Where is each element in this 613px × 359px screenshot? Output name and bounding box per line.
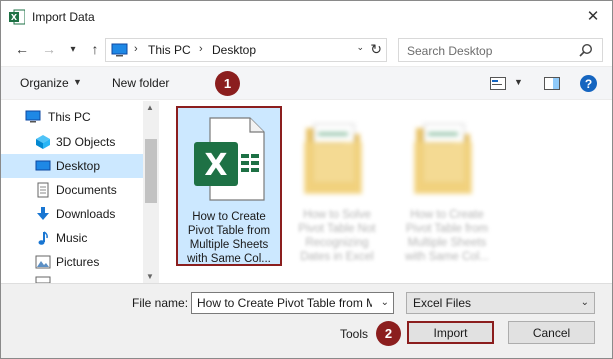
pc-icon [111, 43, 128, 57]
file-item[interactable]: X How to Create Pivot Table from Multipl… [176, 106, 282, 266]
file-name-line: with Same Col... [405, 251, 489, 263]
tools-button[interactable]: Tools [340, 327, 368, 341]
breadcrumb-separator-icon: › [134, 43, 138, 55]
file-name-line: Pivot Table from [405, 223, 489, 235]
file-name-line: Multiple Sheets [189, 239, 269, 251]
sidebar-item-label: This PC [48, 110, 91, 124]
title-bar: X Import Data ✕ [1, 1, 612, 33]
sidebar-item-label: Downloads [56, 207, 116, 221]
sidebar-item-this-pc[interactable]: This PC [1, 105, 143, 129]
help-icon[interactable]: ? [580, 75, 597, 92]
sidebar-item-label: Desktop [56, 159, 101, 173]
file-type-select[interactable]: Excel Files ⌄ [406, 292, 595, 314]
command-bar: Organize ▼ New folder 1 ▼ ? [1, 66, 612, 100]
sidebar-item-music[interactable]: Music [1, 226, 143, 250]
pictures-icon [35, 255, 51, 269]
chevron-down-icon: ▾ [70, 43, 76, 55]
file-name-line: How to Create [192, 211, 266, 223]
svg-text:X: X [204, 148, 227, 183]
folder-item[interactable]: How to Create Pivot Table from Multiple … [396, 106, 502, 266]
forward-arrow-icon: → [42, 41, 56, 57]
import-button[interactable]: Import [407, 321, 494, 344]
file-name-line: Multiple Sheets [407, 237, 487, 249]
address-dropdown-icon[interactable]: ⌄ [356, 42, 364, 53]
sidebar-item-partial[interactable] [1, 274, 143, 283]
close-icon: ✕ [586, 8, 600, 25]
file-name-line: Pivot Table Not [298, 223, 376, 235]
excel-app-icon: X [9, 9, 25, 25]
new-folder-button[interactable]: New folder [112, 76, 169, 90]
refresh-icon[interactable]: ↻ [370, 41, 382, 58]
folder-item[interactable]: How to Solve Pivot Table Not Recognizing… [286, 106, 392, 266]
window-title: Import Data [32, 10, 95, 24]
breadcrumb-desktop[interactable]: Desktop [212, 43, 256, 57]
file-list: X How to Create Pivot Table from Multipl… [159, 101, 612, 283]
desktop-icon [35, 160, 51, 171]
organize-button[interactable]: Organize [20, 76, 69, 90]
search-box[interactable]: Search Desktop [398, 38, 603, 62]
back-button[interactable]: ← [12, 38, 32, 60]
sidebar-item-downloads[interactable]: Downloads [1, 202, 143, 226]
step-1-badge: 1 [215, 71, 240, 96]
excel-file-icon: X [194, 117, 265, 201]
breadcrumb-this-pc[interactable]: This PC [148, 43, 191, 57]
file-name-line: Dates in Excel [300, 251, 374, 263]
pc-icon [25, 110, 41, 123]
sidebar-item-desktop[interactable]: Desktop [1, 154, 143, 178]
file-name-line: with Same Col... [187, 253, 271, 265]
chevron-down-icon[interactable]: ⌄ [581, 297, 589, 308]
videos-icon [35, 276, 51, 283]
recent-locations-button[interactable]: ▾ [63, 38, 83, 60]
up-arrow-icon: ↑ [91, 41, 99, 57]
view-dropdown-icon[interactable]: ▼ [514, 77, 523, 87]
sidebar-scrollbar[interactable]: ▲ ▼ [143, 101, 159, 283]
folder-icon [414, 123, 472, 194]
search-input[interactable]: Search Desktop [407, 44, 492, 58]
sidebar-item-pictures[interactable]: Pictures [1, 250, 143, 274]
navigation-pane: This PC 3D Objects Desktop Documents Dow… [1, 101, 159, 283]
cancel-button[interactable]: Cancel [508, 321, 595, 344]
import-data-dialog: X Import Data ✕ ← → ▾ ↑ › This PC › Desk… [0, 0, 613, 359]
downloads-icon [37, 207, 49, 220]
file-name-line: How to Solve [303, 209, 371, 221]
close-button[interactable]: ✕ [582, 5, 604, 27]
sidebar-item-documents[interactable]: Documents [1, 178, 143, 202]
file-name: How to Create Pivot Table from Multiple … [180, 210, 278, 266]
view-options-icon[interactable] [490, 77, 506, 90]
file-name-line: How to Create [410, 209, 484, 221]
scroll-down-icon[interactable]: ▼ [146, 272, 154, 281]
file-name-line: Pivot Table from [187, 225, 271, 237]
documents-icon [37, 182, 49, 198]
file-name-field[interactable]: How to Create Pivot Table from M ⌄ [191, 292, 394, 314]
scroll-thumb[interactable] [145, 139, 157, 203]
3d-objects-icon [36, 135, 50, 149]
address-bar[interactable]: › This PC › Desktop ⌄ ↻ [105, 38, 387, 62]
file-name-value[interactable]: How to Create Pivot Table from M [197, 296, 372, 310]
folder-icon [304, 123, 362, 194]
step-2-badge: 2 [376, 321, 401, 346]
file-name: How to Solve Pivot Table Not Recognizing… [288, 208, 386, 264]
breadcrumb-separator-icon: › [199, 43, 203, 55]
up-button[interactable]: ↑ [85, 38, 105, 60]
file-type-value: Excel Files [413, 296, 472, 310]
preview-pane-icon[interactable] [544, 77, 560, 90]
file-name-label: File name: [132, 296, 189, 310]
navigation-bar: ← → ▾ ↑ › This PC › Desktop ⌄ ↻ Search D… [1, 34, 612, 64]
music-icon [38, 231, 48, 245]
sidebar-item-label: Pictures [56, 255, 100, 269]
back-arrow-icon: ← [15, 41, 29, 57]
chevron-down-icon[interactable]: ⌄ [381, 297, 389, 308]
sidebar-item-label: 3D Objects [56, 135, 116, 149]
search-icon [579, 43, 593, 57]
file-name: How to Create Pivot Table from Multiple … [398, 208, 496, 264]
sidebar-item-3d-objects[interactable]: 3D Objects [1, 130, 143, 154]
dialog-footer: File name: How to Create Pivot Table fro… [1, 283, 612, 358]
organize-dropdown-icon[interactable]: ▼ [73, 77, 82, 87]
sidebar-item-label: Music [56, 231, 88, 245]
sidebar-item-label: Documents [56, 183, 117, 197]
scroll-up-icon[interactable]: ▲ [146, 103, 154, 112]
svg-text:X: X [11, 13, 18, 22]
file-name-line: Recognizing [305, 237, 369, 249]
forward-button[interactable]: → [39, 38, 59, 60]
